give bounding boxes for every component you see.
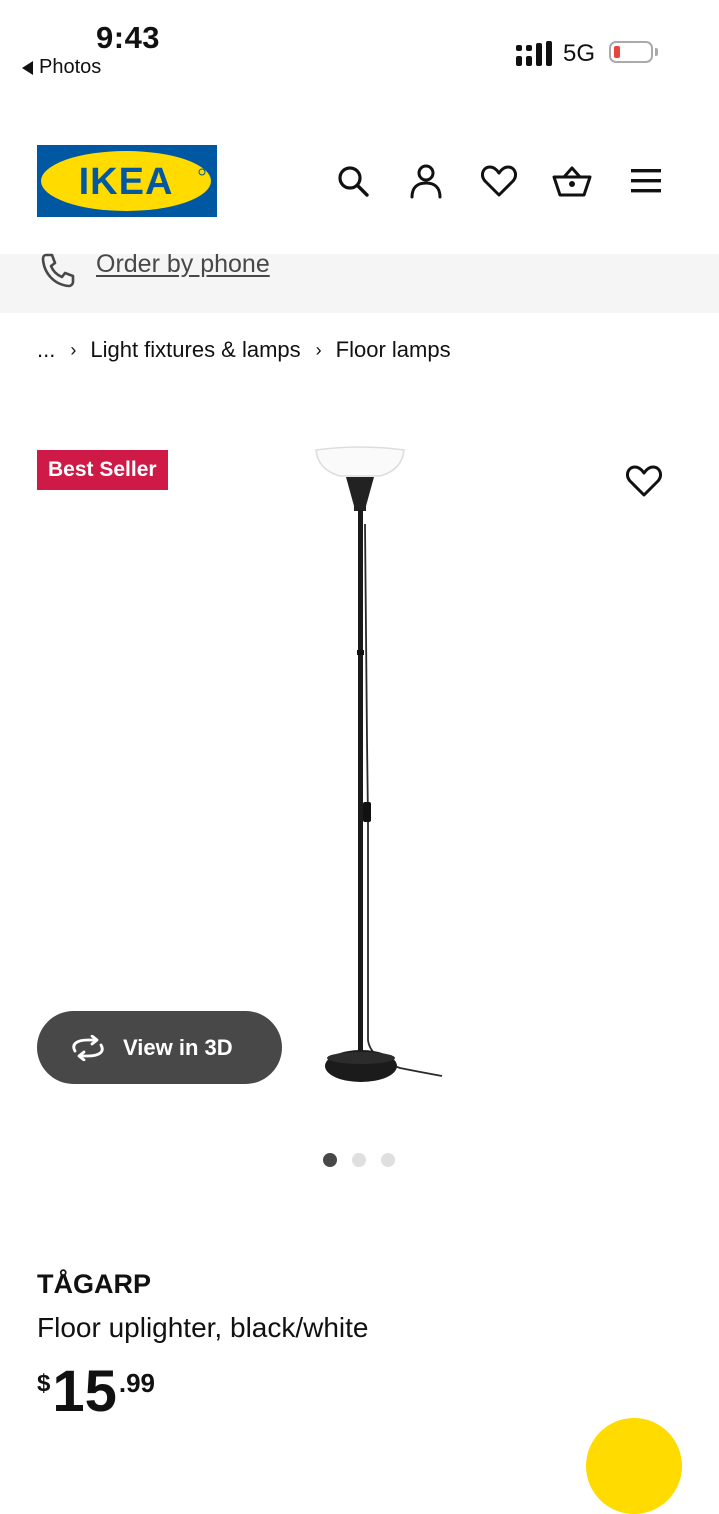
- status-time: 9:43: [96, 20, 161, 55]
- carousel-indicator: [323, 1153, 395, 1167]
- product-price: $ 15 .99: [37, 1360, 155, 1424]
- back-to-photos[interactable]: Photos: [22, 56, 101, 79]
- breadcrumb: ... › Light fixtures & lamps › Floor lam…: [37, 337, 451, 363]
- chevron-right-icon: ›: [315, 339, 322, 360]
- battery-icon: [609, 41, 653, 63]
- battery-tip: [655, 48, 658, 56]
- breadcrumb-floor-lamps[interactable]: Floor lamps: [336, 337, 451, 363]
- account-icon[interactable]: [406, 161, 446, 201]
- breadcrumb-light-fixtures[interactable]: Light fixtures & lamps: [90, 337, 300, 363]
- order-by-phone-link[interactable]: Order by phone: [96, 250, 270, 279]
- price-decimal: .99: [118, 1368, 156, 1398]
- carousel-dot-3[interactable]: [381, 1153, 395, 1167]
- chevron-right-icon: ›: [70, 339, 77, 360]
- product-name: TÅGARP: [37, 1269, 151, 1299]
- product-image[interactable]: [290, 440, 460, 1120]
- phone-icon: [41, 253, 75, 288]
- price-currency: $: [37, 1370, 51, 1397]
- ikea-logo[interactable]: IKEA: [37, 145, 217, 217]
- carousel-dot-1[interactable]: [323, 1153, 337, 1167]
- breadcrumb-ellipsis[interactable]: ...: [37, 337, 55, 363]
- logo-text: IKEA: [79, 161, 174, 203]
- wishlist-heart-icon[interactable]: [479, 161, 519, 201]
- search-icon[interactable]: [333, 161, 373, 201]
- floating-action-button[interactable]: [586, 1418, 682, 1514]
- back-arrow-icon: [22, 60, 33, 75]
- basket-icon[interactable]: [552, 161, 592, 201]
- signal-icon: [516, 41, 552, 66]
- network-type: 5G: [563, 40, 596, 67]
- view-in-3d-label: View in 3D: [123, 1034, 233, 1060]
- view-in-3d-button[interactable]: View in 3D: [37, 1011, 282, 1084]
- back-app-label: Photos: [39, 56, 102, 78]
- product-description: Floor uplighter, black/white: [37, 1312, 369, 1343]
- carousel-dot-2[interactable]: [352, 1153, 366, 1167]
- price-integer: 15: [52, 1359, 117, 1424]
- best-seller-badge: Best Seller: [37, 450, 168, 490]
- menu-icon[interactable]: [626, 161, 666, 201]
- add-to-favorites-heart-icon[interactable]: [626, 464, 666, 504]
- rotate-3d-icon: [72, 1034, 104, 1061]
